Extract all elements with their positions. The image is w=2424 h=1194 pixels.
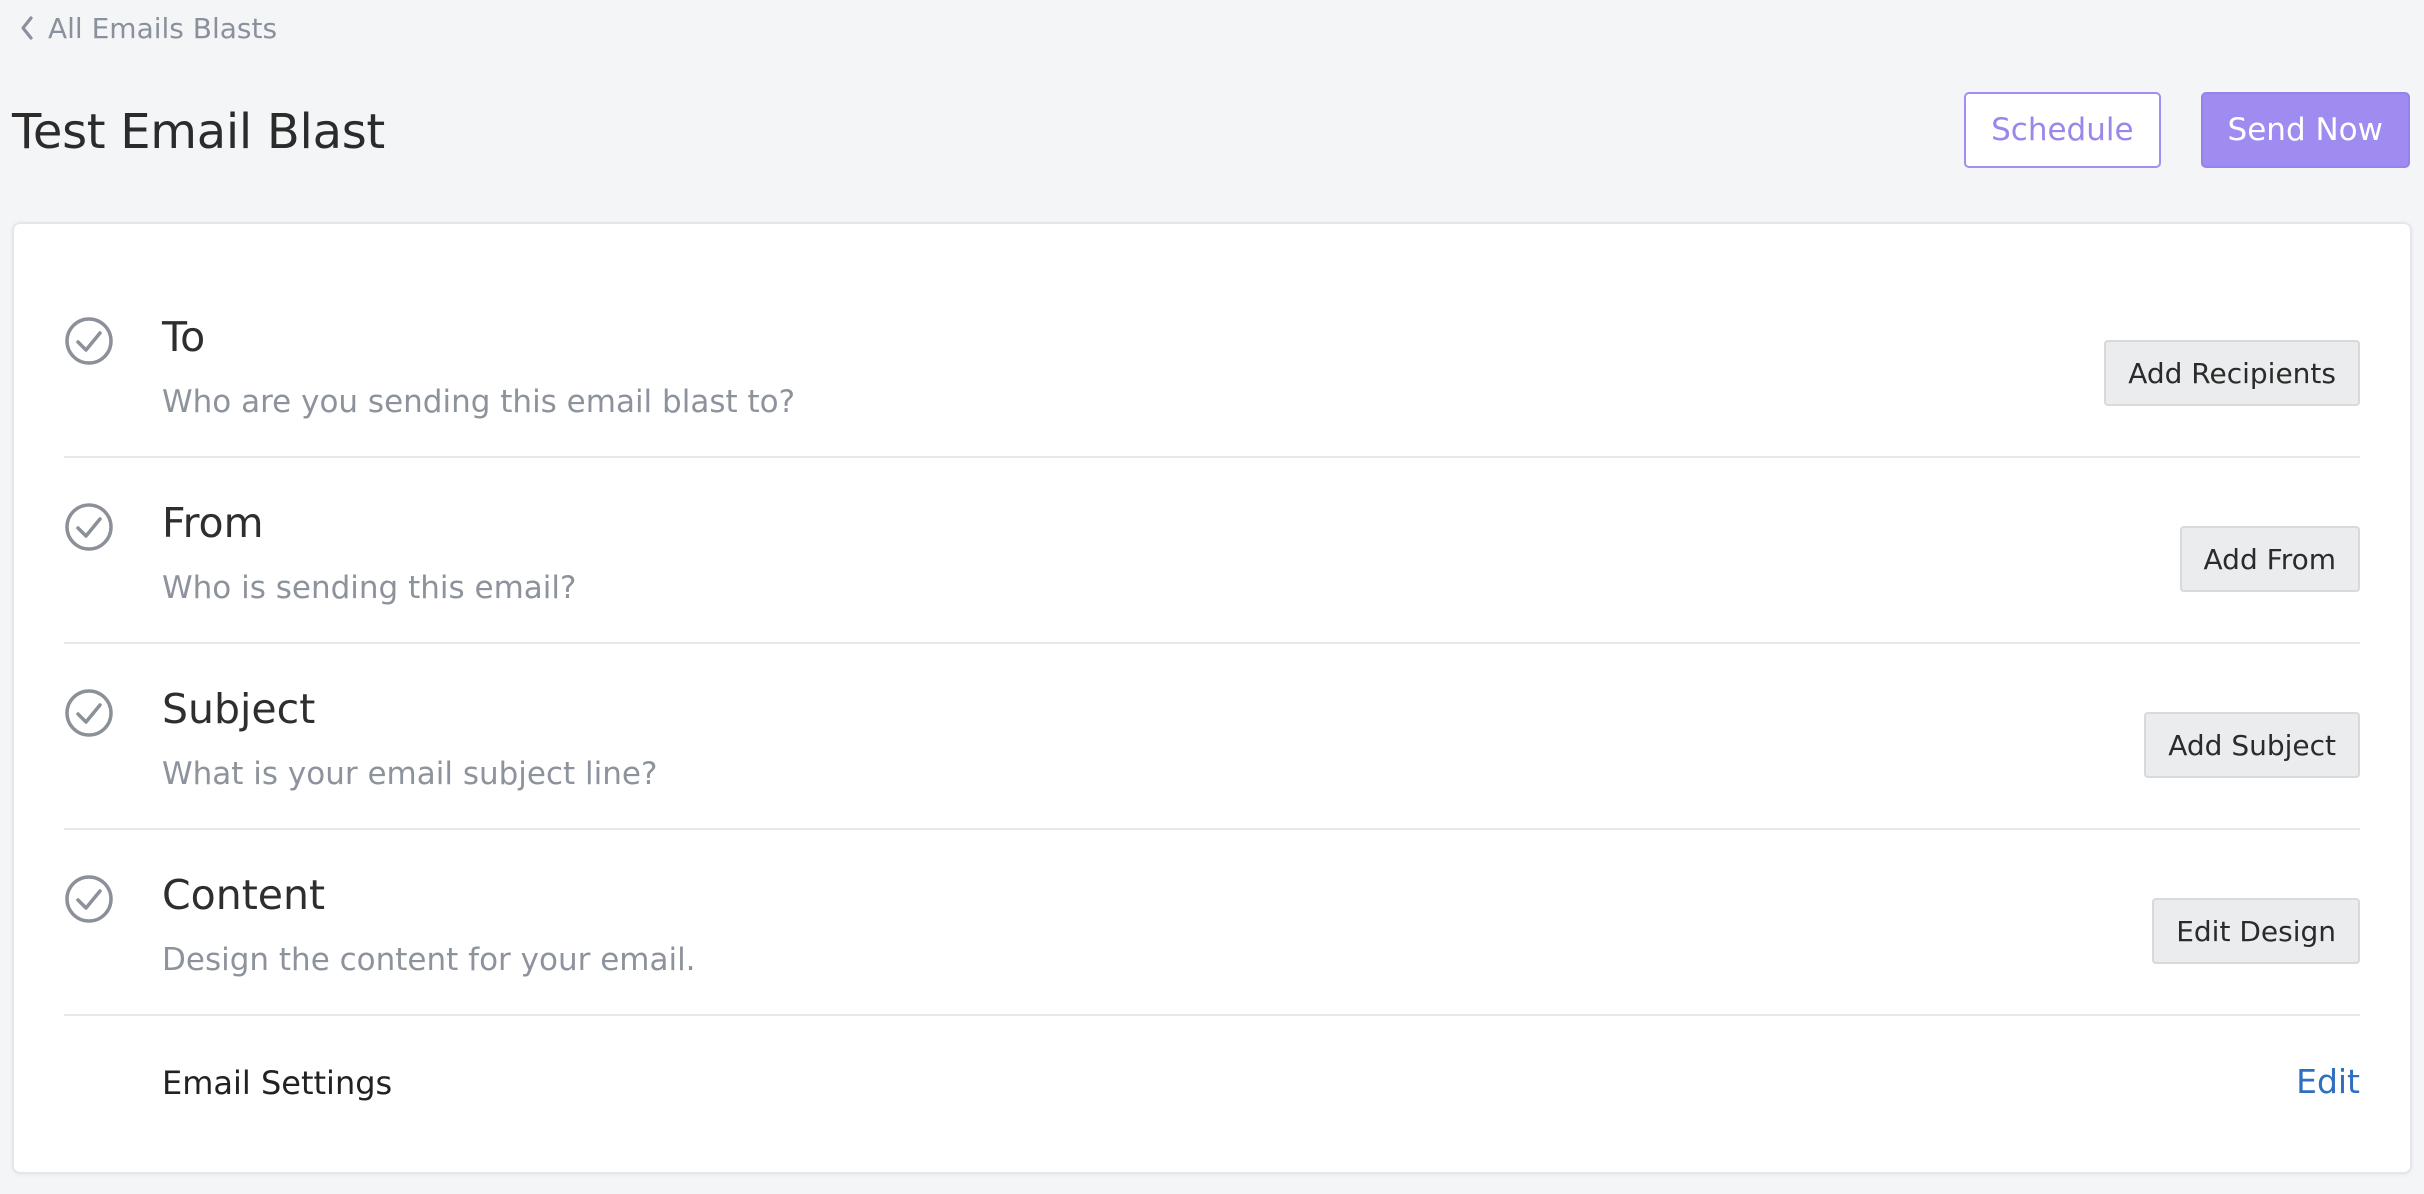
check-circle-icon [65,689,113,737]
step-description: Design the content for your email. [162,942,696,978]
step-description: Who is sending this email? [162,570,577,606]
step-title: From [162,499,264,547]
back-link-label: All Emails Blasts [48,11,278,45]
page-title: Test Email Blast [12,104,385,160]
check-circle-icon [65,875,113,923]
page: All Emails Blasts Test Email Blast Sched… [0,0,2424,1194]
email-settings-row: Email Settings Edit [64,1016,2360,1156]
chevron-left-icon [21,16,33,40]
check-circle-icon [65,503,113,551]
step-row-to: To Who are you sending this email blast … [64,224,2360,458]
step-row-content: Content Design the content for your emai… [64,830,2360,1016]
email-blast-card: To Who are you sending this email blast … [12,222,2412,1174]
step-title: Content [162,871,326,919]
header-actions: Schedule Send Now [1964,92,2410,168]
step-description: Who are you sending this email blast to? [162,384,796,420]
send-now-button[interactable]: Send Now [2200,92,2410,168]
step-title: Subject [162,685,316,733]
check-circle-icon [65,317,113,365]
step-title: To [162,313,206,361]
email-settings-edit-link[interactable]: Edit [2296,1062,2360,1101]
step-description: What is your email subject line? [162,756,658,792]
email-settings-label: Email Settings [162,1064,393,1102]
back-link[interactable]: All Emails Blasts [18,8,277,48]
step-row-subject: Subject What is your email subject line?… [64,644,2360,830]
edit-design-button[interactable]: Edit Design [2152,898,2360,964]
add-from-button[interactable]: Add From [2179,526,2360,592]
schedule-button[interactable]: Schedule [1964,92,2161,168]
step-row-from: From Who is sending this email? Add From [64,458,2360,644]
add-subject-button[interactable]: Add Subject [2144,712,2360,778]
add-recipients-button[interactable]: Add Recipients [2104,340,2360,406]
